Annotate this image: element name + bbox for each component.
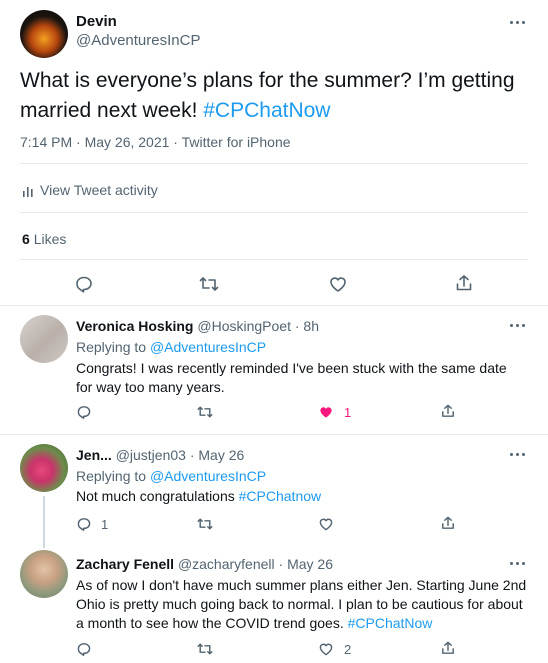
reply-text: As of now I don't have much summer plans… xyxy=(76,576,526,633)
avatar-zachary[interactable] xyxy=(20,550,68,598)
divider xyxy=(0,434,548,435)
retweet-icon[interactable] xyxy=(196,516,214,532)
tweet-meta[interactable]: 7:14 PM · May 26, 2021 · Twitter for iPh… xyxy=(20,134,291,150)
retweet-icon[interactable] xyxy=(196,641,214,657)
activity-icon xyxy=(22,184,36,198)
reply-time[interactable]: · May 26 xyxy=(279,556,333,572)
reply-text-line: As of now I don't have much summer plans… xyxy=(76,577,527,593)
reply-author-name[interactable]: Jen... xyxy=(76,447,112,463)
likes-label: Likes xyxy=(33,231,67,247)
retweet-icon[interactable] xyxy=(198,274,220,294)
reply-icon[interactable] xyxy=(76,516,92,532)
replying-prefix: Replying to xyxy=(76,339,150,355)
reply-icon[interactable] xyxy=(76,404,92,420)
like-count: 2 xyxy=(344,642,352,657)
share-icon[interactable] xyxy=(454,273,474,293)
retweet-icon[interactable] xyxy=(196,404,214,420)
activity-label: View Tweet activity xyxy=(40,182,158,198)
reply-icon[interactable] xyxy=(76,641,92,657)
reply-text-line: Ohio is pretty much going back to normal… xyxy=(76,596,523,612)
reply-text: Not much congratulations #CPChatnow xyxy=(76,488,321,504)
reply-text-line: a month to see how the COVID trend goes.… xyxy=(76,614,526,633)
author-name[interactable]: Devin xyxy=(76,13,117,30)
avatar-veronica[interactable] xyxy=(20,315,68,363)
thread-line xyxy=(43,496,45,548)
tweet-text: What is everyone’s plans for the summer?… xyxy=(20,66,520,126)
hashtag-link[interactable]: #CPChatnow xyxy=(239,488,322,504)
reply-text-line: for way too many years. xyxy=(76,379,225,395)
like-icon[interactable] xyxy=(318,641,334,657)
replying-prefix: Replying to xyxy=(76,468,150,484)
avatar-jen[interactable] xyxy=(20,444,68,492)
like-count: 1 xyxy=(344,405,352,420)
reply-author-handle[interactable]: @justjen03 xyxy=(116,447,186,463)
avatar-devin[interactable] xyxy=(20,10,68,58)
reply-text-body: a month to see how the COVID trend goes. xyxy=(76,615,348,631)
hashtag-link[interactable]: #CPChatNow xyxy=(203,99,330,122)
replying-to: Replying to @AdventuresInCP xyxy=(76,468,266,484)
share-icon[interactable] xyxy=(440,403,456,419)
likes-stat[interactable]: 6 Likes xyxy=(22,231,66,247)
replying-to-link[interactable]: @AdventuresInCP xyxy=(150,339,266,355)
hashtag-link[interactable]: #CPChatNow xyxy=(348,615,433,631)
reply-time[interactable]: · 8h xyxy=(295,318,319,334)
reply-header: Veronica Hosking @HoskingPoet · 8h xyxy=(76,318,319,334)
reply-author-handle[interactable]: @zacharyfenell xyxy=(178,556,275,572)
like-icon-filled[interactable] xyxy=(318,404,334,420)
reply-author-name[interactable]: Veronica Hosking xyxy=(76,318,193,334)
reply-count: 1 xyxy=(101,517,109,532)
reply-time[interactable]: · May 26 xyxy=(190,447,244,463)
reply-text-body: Not much congratulations xyxy=(76,488,239,504)
like-icon[interactable] xyxy=(318,516,334,532)
more-icon[interactable] xyxy=(510,562,526,566)
like-icon[interactable] xyxy=(328,274,348,294)
more-icon[interactable] xyxy=(510,21,526,25)
replying-to-link[interactable]: @AdventuresInCP xyxy=(150,468,266,484)
more-icon[interactable] xyxy=(510,453,526,457)
replying-to: Replying to @AdventuresInCP xyxy=(76,339,266,355)
share-icon[interactable] xyxy=(440,640,456,656)
likes-count: 6 xyxy=(22,231,30,247)
reply-header: Jen... @justjen03 · May 26 xyxy=(76,447,244,463)
reply-header: Zachary Fenell @zacharyfenell · May 26 xyxy=(76,556,333,572)
more-icon[interactable] xyxy=(510,324,526,328)
reply-icon[interactable] xyxy=(74,274,94,294)
reply-text: Congrats! I was recently reminded I've b… xyxy=(76,359,507,397)
reply-text-line: Congrats! I was recently reminded I've b… xyxy=(76,360,507,376)
reply-author-handle[interactable]: @HoskingPoet xyxy=(197,318,291,334)
share-icon[interactable] xyxy=(440,515,456,531)
reply-author-name[interactable]: Zachary Fenell xyxy=(76,556,174,572)
divider xyxy=(20,212,528,213)
divider xyxy=(20,163,528,164)
author-handle[interactable]: @AdventuresInCP xyxy=(76,32,200,49)
divider xyxy=(20,259,528,260)
divider xyxy=(0,305,548,306)
